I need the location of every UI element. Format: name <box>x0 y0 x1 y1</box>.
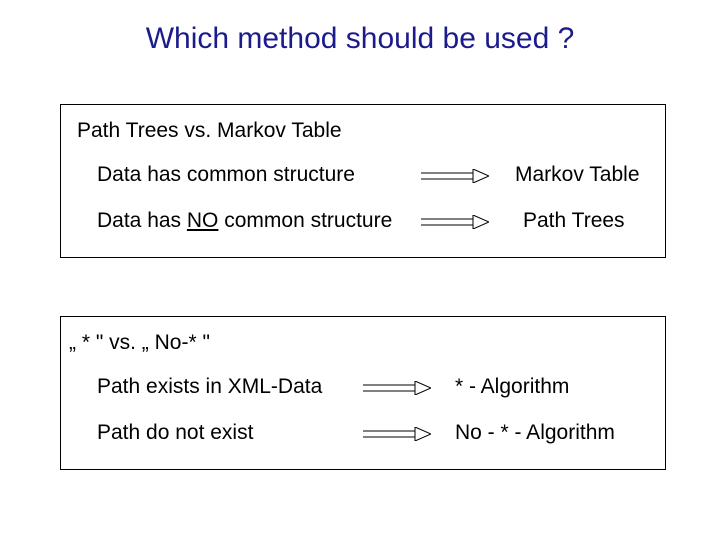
box1-heading: Path Trees vs. Markov Table <box>77 119 342 143</box>
box2-row2-left-text: Path do not exist <box>97 421 253 444</box>
box1-row2-emph: NO <box>187 209 219 232</box>
box1-row2-pre: Data has <box>97 209 187 232</box>
box-path-vs-markov: Path Trees vs. Markov Table Data has com… <box>60 104 666 258</box>
box1-row1-left-text: Data has common structure <box>97 163 355 186</box>
box1-row2-left: Data has NO common structure <box>97 209 392 233</box>
box2-heading: „ * " vs. „ No-* " <box>69 331 210 355</box>
slide-title: Which method should be used ? <box>0 22 720 56</box>
box-star-vs-nostar: „ * " vs. „ No-* " Path exists in XML-Da… <box>60 316 666 470</box>
box2-row1-result: * - Algorithm <box>455 375 569 399</box>
arrow-icon <box>363 427 431 441</box>
box2-row2-result: No - * - Algorithm <box>455 421 615 445</box>
box2-row1-left-text: Path exists in XML-Data <box>97 375 322 398</box>
box2-row2-left: Path do not exist <box>97 421 253 445</box>
box2-row1-left: Path exists in XML-Data <box>97 375 322 399</box>
arrow-icon <box>363 381 431 395</box>
box1-row1-left: Data has common structure <box>97 163 355 187</box>
box1-row2-result: Path Trees <box>523 209 625 233</box>
arrow-icon <box>421 169 489 183</box>
box1-row2-post: common structure <box>218 209 392 232</box>
arrow-icon <box>421 215 489 229</box>
box1-row1-result: Markov Table <box>515 163 640 187</box>
slide: Which method should be used ? Path Trees… <box>0 0 720 540</box>
